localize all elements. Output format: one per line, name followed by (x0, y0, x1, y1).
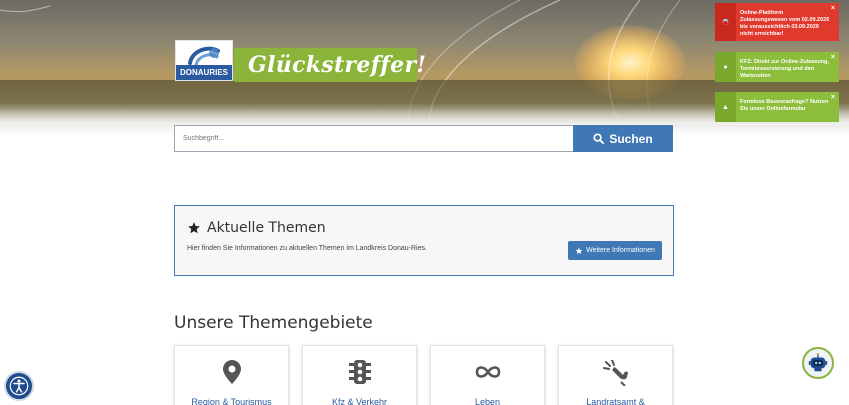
notification-zulassung-outage[interactable]: 🚘 Online-Plattform Zulassungswesen vom 0… (715, 3, 839, 41)
star-icon (188, 222, 200, 234)
notification-bauvoranfrage[interactable]: ▲ Formlose Bauvoranfrage? Nutzen Sie uns… (715, 92, 839, 122)
current-topics-description: Hier finden Sie Informationen zu aktuell… (187, 245, 427, 252)
chatbot-button[interactable] (802, 347, 834, 379)
current-topics-title: Aktuelle Themen (207, 220, 326, 236)
notification-kfz-online[interactable]: ● KFZ: Direkt zur Online-Zulassung, Term… (715, 52, 839, 82)
search-input[interactable] (174, 125, 574, 152)
traffic-light-icon (348, 360, 371, 384)
topic-card-label: Leben (474, 397, 501, 405)
current-topics-panel: Aktuelle Themen Hier finden Sie Informat… (174, 205, 674, 276)
search-icon (593, 133, 605, 144)
more-information-label: Weitere Informationen (586, 247, 655, 254)
robot-icon (808, 353, 828, 372)
notification-text: Online-Plattform Zulassungswesen vom 02.… (740, 10, 830, 37)
topic-card-label: Landratsamt & (586, 397, 645, 405)
slogan-banner: Glückstreffer! (234, 48, 426, 82)
close-icon[interactable]: × (831, 54, 835, 61)
infinity-icon (475, 366, 500, 378)
close-icon[interactable]: × (831, 94, 835, 101)
home-icon: ▲ (715, 92, 736, 122)
car-icon: 🚘 (715, 3, 736, 41)
notification-text: KFZ: Direkt zur Online-Zulassung, Termin… (740, 59, 829, 79)
logo-wordmark: DONAURIES (176, 65, 232, 80)
map-pin-icon (222, 360, 241, 384)
topic-card-label: Kfz & Verkehr (331, 397, 388, 405)
more-information-button[interactable]: Weitere Informationen (568, 241, 662, 260)
star-icon (575, 247, 583, 254)
search-button[interactable]: Suchen (573, 125, 673, 152)
accessibility-icon (9, 376, 29, 396)
info-icon: ● (715, 52, 736, 82)
accessibility-button[interactable] (4, 371, 34, 401)
topic-card-kfz-verkehr[interactable]: Kfz & Verkehr (302, 345, 417, 405)
topic-card-landratsamt[interactable]: Landratsamt & (558, 345, 673, 405)
topic-areas-title: Unsere Themengebiete (174, 313, 373, 333)
site-logo[interactable]: DONAURIES (175, 40, 233, 81)
notification-text: Formlose Bauvoranfrage? Nutzen Sie unser… (740, 99, 829, 112)
topic-card-leben[interactable]: Leben (430, 345, 545, 405)
search-button-label: Suchen (609, 131, 653, 146)
page: DONAURIES Glückstreffer! 🚘 Online-Plattf… (0, 0, 849, 405)
close-icon[interactable]: × (831, 5, 835, 12)
topic-card-label: Region & Tourismus (191, 397, 272, 405)
topic-card-region-tourismus[interactable]: Region & Tourismus (174, 345, 289, 405)
current-topics-heading: Aktuelle Themen (187, 220, 326, 236)
hand-signal-icon (602, 360, 628, 386)
